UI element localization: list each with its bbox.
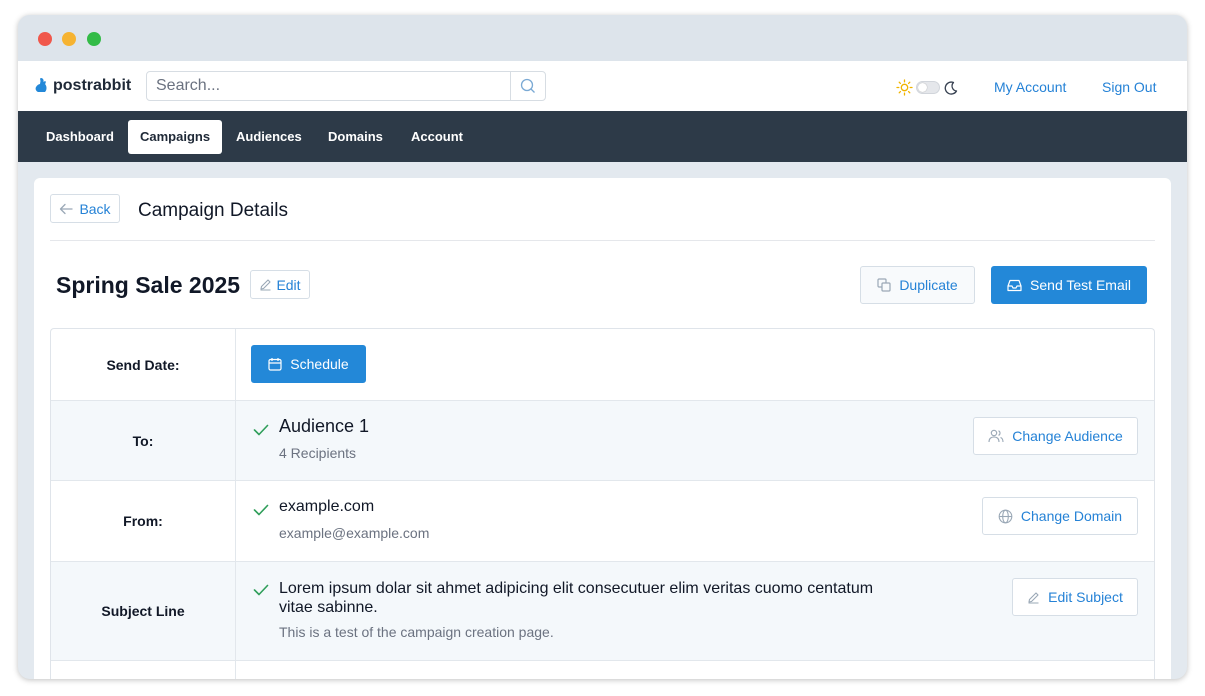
pencil-icon — [1028, 591, 1039, 604]
nav-item-audiences[interactable]: Audiences — [224, 120, 314, 154]
check-icon — [253, 584, 269, 596]
next-row-label — [51, 661, 236, 679]
sender-email: example@example.com — [279, 525, 430, 541]
next-row — [51, 661, 1154, 679]
campaign-details-table: Send Date: Schedule To: Audience 1 4 Rec… — [50, 328, 1155, 679]
send-date-row: Send Date: Schedule — [51, 329, 1154, 401]
sun-icon — [896, 79, 913, 96]
maximize-window-button[interactable] — [87, 32, 101, 46]
nav-item-dashboard[interactable]: Dashboard — [34, 120, 126, 154]
arrow-left-icon — [60, 203, 74, 214]
browser-window: postrabbit Search... My Account Sign Out… — [18, 15, 1187, 679]
nav-item-domains[interactable]: Domains — [316, 120, 395, 154]
theme-switch[interactable] — [916, 81, 940, 94]
back-label: Back — [79, 200, 111, 217]
rabbit-logo-icon — [35, 78, 47, 92]
send-test-email-button[interactable]: Send Test Email — [991, 266, 1147, 304]
check-icon — [253, 504, 269, 516]
from-row: From: example.com example@example.com Ch… — [51, 481, 1154, 562]
change-audience-button[interactable]: Change Audience — [973, 417, 1138, 455]
change-domain-button[interactable]: Change Domain — [982, 497, 1138, 535]
sign-out-link[interactable]: Sign Out — [1102, 79, 1156, 95]
minimize-window-button[interactable] — [62, 32, 76, 46]
subject-row: Subject Line Lorem ipsum dolar sit ahmet… — [51, 562, 1154, 661]
edit-label: Edit — [276, 276, 301, 293]
edit-campaign-button[interactable]: Edit — [250, 270, 310, 299]
edit-subject-label: Edit Subject — [1048, 589, 1123, 605]
campaign-name: Spring Sale 2025 — [56, 272, 241, 298]
top-bar: postrabbit Search... My Account Sign Out — [18, 61, 1187, 111]
from-label: From: — [51, 481, 236, 561]
pencil-icon — [260, 279, 271, 291]
inbox-icon — [1007, 279, 1022, 291]
change-domain-label: Change Domain — [1020, 508, 1123, 524]
page-title: Campaign Details — [138, 200, 288, 221]
check-icon — [253, 424, 269, 436]
subject-label: Subject Line — [51, 562, 236, 660]
to-row: To: Audience 1 4 Recipients Change Audie… — [51, 401, 1154, 481]
copy-icon — [877, 278, 891, 292]
duplicate-label: Duplicate — [899, 277, 958, 293]
search-button[interactable] — [510, 72, 545, 100]
duplicate-button[interactable]: Duplicate — [860, 266, 975, 304]
nav-item-account[interactable]: Account — [399, 120, 475, 154]
users-icon — [988, 429, 1004, 443]
search-box — [146, 71, 546, 101]
change-audience-label: Change Audience — [1012, 428, 1123, 444]
main-nav: Dashboard Campaigns Audiences Domains Ac… — [18, 111, 1187, 162]
recipient-count: 4 Recipients — [279, 445, 357, 461]
my-account-link[interactable]: My Account — [994, 79, 1066, 95]
theme-toggle[interactable] — [896, 79, 959, 96]
audience-name: Audience 1 — [279, 416, 370, 436]
domain-name: example.com — [279, 498, 375, 515]
header-divider — [50, 240, 1155, 241]
schedule-button[interactable]: Schedule — [251, 345, 366, 383]
to-label: To: — [51, 401, 236, 480]
window-titlebar — [18, 15, 1187, 61]
search-icon — [520, 78, 535, 93]
schedule-label: Schedule — [290, 356, 349, 372]
calendar-icon — [268, 358, 282, 371]
logo-text: postrabbit — [53, 77, 132, 94]
nav-item-campaigns[interactable]: Campaigns — [128, 120, 223, 154]
globe-icon — [998, 509, 1013, 523]
moon-icon — [944, 80, 958, 95]
close-window-button[interactable] — [38, 32, 52, 46]
preview-text: This is a test of the campaign creation … — [279, 624, 554, 640]
subject-line-text: Lorem ipsum dolar sit ahmet adipicing el… — [279, 580, 874, 616]
campaign-card: Back Campaign Details Spring Sale 2025 E… — [34, 178, 1171, 679]
send-test-label: Send Test Email — [1030, 277, 1131, 293]
back-button[interactable]: Back — [50, 194, 120, 223]
app-logo[interactable]: postrabbit — [35, 75, 131, 97]
edit-subject-button[interactable]: Edit Subject — [1012, 578, 1138, 616]
send-date-label: Send Date: — [51, 329, 236, 400]
search-input[interactable] — [147, 72, 507, 100]
